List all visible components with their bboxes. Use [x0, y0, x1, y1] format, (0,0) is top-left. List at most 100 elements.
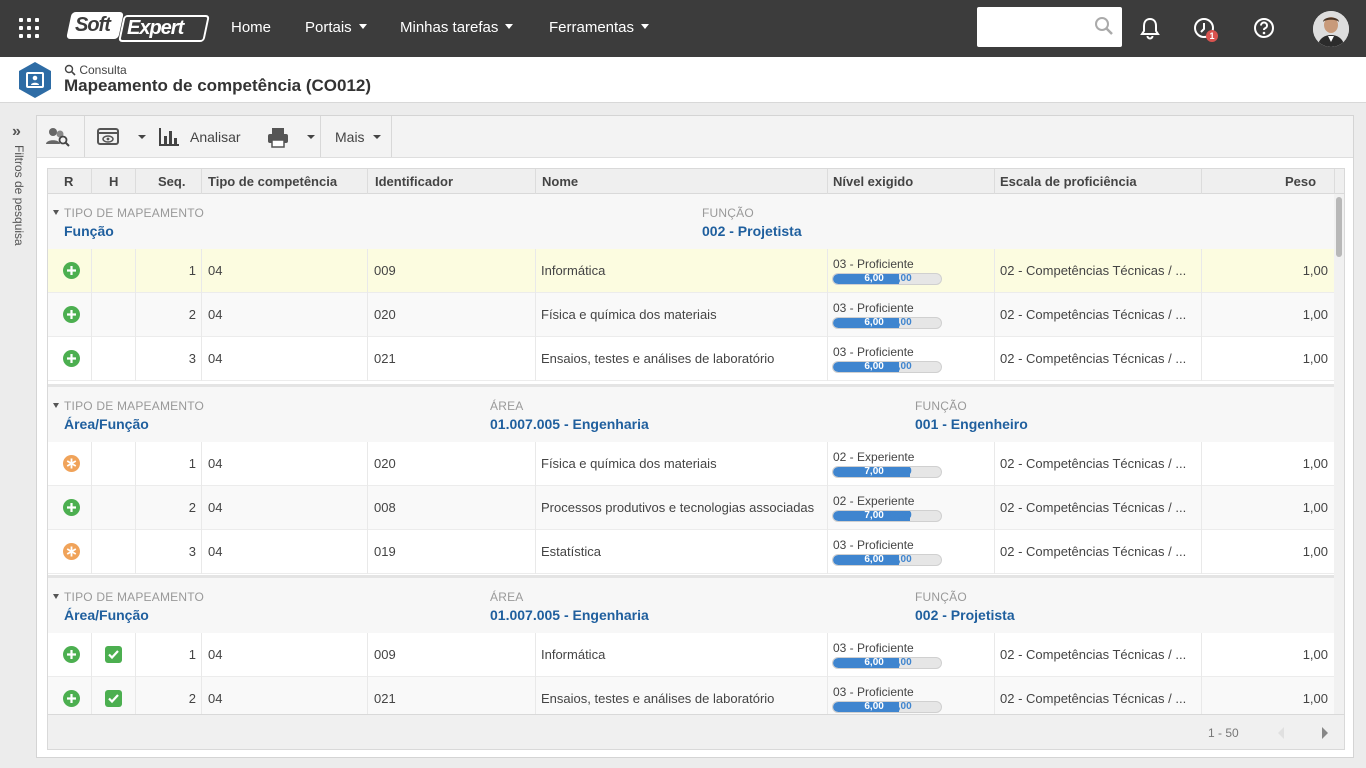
group-field-value: 001 - Engenheiro: [915, 416, 1028, 432]
progress-max: /10,00: [883, 657, 912, 668]
add-circle-icon: [63, 262, 80, 279]
user-avatar[interactable]: [1313, 11, 1349, 47]
progress-value: 6,00: [864, 657, 884, 668]
progress-max: /10,00: [883, 466, 912, 477]
cell-nome: Estatística: [541, 544, 601, 559]
print-button[interactable]: [266, 116, 290, 157]
group-header[interactable]: TIPO DE MAPEAMENTO Área/Função ÁREA 01.007.…: [48, 384, 1334, 442]
level-progress-bar: 7,00/10,00: [832, 466, 942, 478]
cell-nome: Processos produtivos e tecnologias assoc…: [541, 500, 815, 515]
nav-ferramentas[interactable]: Ferramentas: [549, 19, 650, 36]
nav-portais[interactable]: Portais: [305, 19, 367, 36]
cell-seq: 2: [188, 500, 196, 515]
table-row[interactable]: 2 04 020 Física e química dos materiais 03 -…: [48, 293, 1334, 337]
collapse-triangle-icon[interactable]: [53, 594, 59, 599]
checkbox-checked-icon[interactable]: [105, 690, 122, 707]
add-circle-icon: [63, 646, 80, 663]
group-field-label: TIPO DE MAPEAMENTO: [64, 399, 205, 413]
cell-identificador: 008: [374, 500, 396, 515]
group-field-value: 01.007.005 - Engenharia: [490, 607, 649, 623]
add-circle-icon: [63, 306, 80, 323]
nav-home-label: Home: [231, 19, 272, 36]
apps-grid-icon[interactable]: [19, 18, 39, 38]
cell-peso: 1,00: [1302, 544, 1328, 559]
view-button[interactable]: [97, 116, 121, 157]
cell-peso: 1,00: [1302, 351, 1328, 366]
progress-value: 6,00: [864, 273, 884, 284]
cell-seq: 1: [188, 456, 196, 471]
progress-value: 6,00: [864, 361, 884, 372]
chevron-down-icon: [372, 134, 381, 139]
search-filters-toggle[interactable]: » Filtros de pesquisa: [0, 115, 36, 285]
softexpert-logo[interactable]: Soft Expert: [66, 12, 210, 43]
progress-max: /10,00: [883, 554, 912, 565]
search-input[interactable]: [977, 7, 1122, 47]
group-field-value: 01.007.005 - Engenharia: [490, 416, 649, 432]
cell-nivel: 03 - Proficiente: [833, 538, 914, 552]
column-header-nivel[interactable]: Nível exigido: [833, 174, 913, 189]
user-search-button[interactable]: [45, 116, 71, 157]
column-header-tipo[interactable]: Tipo de competência: [208, 174, 337, 189]
cell-identificador: 009: [374, 263, 396, 278]
table-row[interactable]: 2 04 008 Processos produtivos e tecnologias…: [48, 486, 1334, 530]
print-dropdown-button[interactable]: [307, 116, 315, 157]
group-header[interactable]: TIPO DE MAPEAMENTO Função FUNÇÃO 002 - Proj…: [48, 194, 1334, 249]
column-header-peso[interactable]: Peso: [1285, 174, 1316, 189]
group-field-value: 002 - Projetista: [915, 607, 1015, 623]
column-header-h[interactable]: H: [109, 174, 118, 189]
table-row[interactable]: 3 04 021 Ensaios, testes e análises de labo…: [48, 337, 1334, 381]
progress-value: 7,00: [864, 510, 884, 521]
checkbox-checked-icon[interactable]: [105, 646, 122, 663]
cell-nome: Física e química dos materiais: [541, 456, 717, 471]
add-circle-icon: [63, 350, 80, 367]
cell-nivel: 03 - Proficiente: [833, 257, 914, 271]
search-filters-label: Filtros de pesquisa: [12, 145, 26, 246]
table-row[interactable]: 1 04 009 Informática 03 - Proficiente 6,00/10…: [48, 633, 1334, 677]
collapse-triangle-icon[interactable]: [53, 403, 59, 408]
column-header-r[interactable]: R: [64, 174, 73, 189]
chevron-down-icon: [505, 24, 514, 29]
cell-escala: 02 - Competências Técnicas / ...: [1000, 647, 1187, 662]
bar-chart-icon: [159, 127, 179, 146]
next-page-button[interactable]: [1310, 718, 1340, 748]
vertical-scrollbar[interactable]: [1334, 194, 1344, 714]
nav-portais-label: Portais: [305, 19, 352, 36]
level-progress-bar: 7,00/10,00: [832, 510, 942, 522]
table-row[interactable]: 3 04 019 Estatística 03 - Proficiente 6,00/10…: [48, 530, 1334, 574]
group-field-label: ÁREA: [490, 399, 524, 413]
cell-escala: 02 - Competências Técnicas / ...: [1000, 263, 1187, 278]
table-row[interactable]: 1 04 009 Informática 03 - Proficiente 6,00/10…: [48, 249, 1334, 293]
more-button[interactable]: Mais: [335, 116, 381, 157]
bell-icon[interactable]: [1137, 15, 1163, 41]
column-header-escala[interactable]: Escala de proficiência: [1000, 174, 1137, 189]
group-field-label: FUNÇÃO: [915, 399, 967, 413]
column-header-nome[interactable]: Nome: [542, 174, 578, 189]
view-dropdown-button[interactable]: [138, 116, 146, 157]
cell-escala: 02 - Competências Técnicas / ...: [1000, 500, 1187, 515]
users-search-icon: [46, 127, 70, 147]
help-icon[interactable]: [1251, 15, 1277, 41]
group-header[interactable]: TIPO DE MAPEAMENTO Área/Função ÁREA 01.007.…: [48, 575, 1334, 633]
scrollbar-thumb[interactable]: [1336, 197, 1342, 257]
more-label: Mais: [335, 128, 365, 145]
search-icon[interactable]: [1094, 16, 1114, 36]
analyze-button[interactable]: Analisar: [158, 116, 241, 157]
cell-peso: 1,00: [1302, 263, 1328, 278]
column-header-seq[interactable]: Seq.: [158, 174, 185, 189]
column-header-identificador[interactable]: Identificador: [375, 174, 453, 189]
table-row[interactable]: 1 04 020 Física e química dos materiais 02 -…: [48, 442, 1334, 486]
nav-minhas-tarefas-label: Minhas tarefas: [400, 19, 499, 36]
nav-minhas-tarefas[interactable]: Minhas tarefas: [400, 19, 514, 36]
progress-max: /10,00: [883, 701, 912, 712]
cell-peso: 1,00: [1302, 307, 1328, 322]
toolbar: Analisar Mais: [37, 116, 1353, 158]
nav-home[interactable]: Home: [231, 19, 271, 36]
previous-page-button[interactable]: [1266, 718, 1296, 748]
cell-seq: 1: [188, 647, 196, 662]
cell-nivel: 02 - Experiente: [833, 450, 915, 464]
group-field-label: TIPO DE MAPEAMENTO: [64, 206, 205, 220]
collapse-triangle-icon[interactable]: [53, 210, 59, 215]
breadcrumb[interactable]: Consulta: [64, 63, 127, 77]
search-icon: [64, 64, 76, 76]
page-header: Consulta Mapeamento de competência (CO01…: [0, 57, 1366, 103]
